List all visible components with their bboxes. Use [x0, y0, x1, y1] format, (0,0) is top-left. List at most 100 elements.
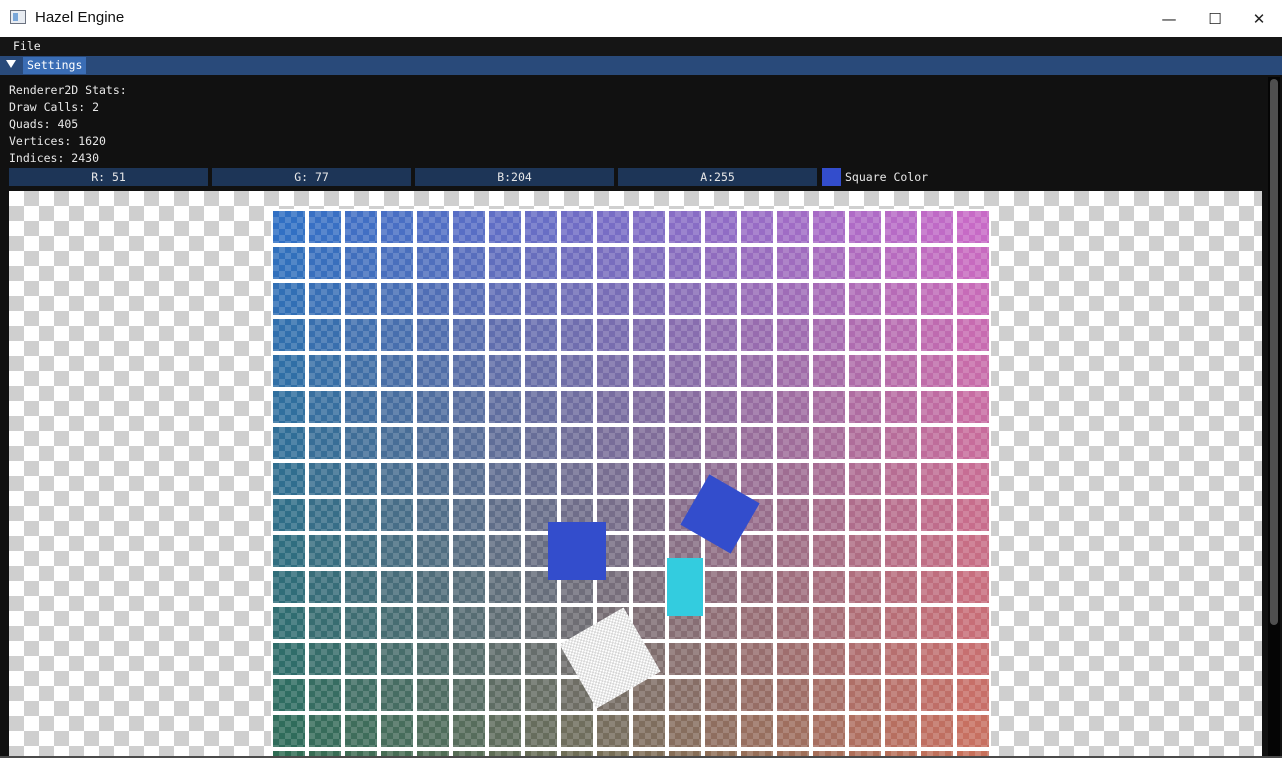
grid-tile: [381, 283, 413, 315]
grid-tile: [525, 463, 557, 495]
grid-tile: [273, 427, 305, 459]
grid-tile: [417, 607, 449, 639]
grid-tile: [669, 319, 701, 351]
grid-tile: [813, 643, 845, 675]
grid-tile: [777, 283, 809, 315]
grid-tile: [741, 607, 773, 639]
grid-tile: [309, 211, 341, 243]
grid-tile: [633, 283, 665, 315]
window-titlebar: Hazel Engine — ☐ ✕: [0, 0, 1282, 38]
grid-tile: [633, 571, 665, 603]
grid-tile: [885, 643, 917, 675]
grid-tile: [345, 499, 377, 531]
grid-tile: [777, 571, 809, 603]
grid-tile: [417, 319, 449, 351]
grid-tile: [489, 571, 521, 603]
grid-tile: [453, 607, 485, 639]
grid-tile: [633, 715, 665, 747]
grid-tile: [957, 427, 989, 459]
grid-tile: [957, 391, 989, 423]
grid-tile: [705, 247, 737, 279]
grid-tile: [597, 715, 629, 747]
grid-tile: [273, 319, 305, 351]
scrollbar-thumb[interactable]: [1270, 79, 1278, 625]
grid-tile: [777, 499, 809, 531]
grid-tile: [561, 283, 593, 315]
panel-scrollbar[interactable]: [1268, 77, 1280, 758]
grid-tile: [273, 463, 305, 495]
grid-tile: [417, 499, 449, 531]
grid-tile: [705, 211, 737, 243]
grid-tile: [489, 211, 521, 243]
grid-tile: [345, 643, 377, 675]
grid-tile: [381, 679, 413, 711]
color-a-field[interactable]: A:255: [618, 168, 817, 186]
grid-tile: [345, 571, 377, 603]
grid-tile: [597, 391, 629, 423]
grid-tile: [345, 283, 377, 315]
grid-tile: [921, 643, 953, 675]
color-g-field[interactable]: G: 77: [212, 168, 411, 186]
grid-tile: [921, 283, 953, 315]
grid-tile: [705, 607, 737, 639]
grid-tile: [309, 715, 341, 747]
maximize-button[interactable]: ☐: [1192, 0, 1238, 37]
grid-tile: [489, 427, 521, 459]
grid-tile: [741, 643, 773, 675]
grid-tile: [849, 535, 881, 567]
settings-tab[interactable]: Settings: [23, 57, 87, 74]
grid-tile: [381, 571, 413, 603]
menu-file[interactable]: File: [13, 39, 41, 53]
grid-tile: [273, 211, 305, 243]
grid-tile: [345, 679, 377, 711]
grid-tile: [777, 535, 809, 567]
grid-tile: [453, 463, 485, 495]
grid-tile: [597, 247, 629, 279]
grid-tile: [597, 355, 629, 387]
grid-tile: [849, 283, 881, 315]
grid-tile: [705, 355, 737, 387]
grid-tile: [273, 535, 305, 567]
grid-tile: [849, 679, 881, 711]
color-r-field[interactable]: R: 51: [9, 168, 208, 186]
grid-tile: [705, 319, 737, 351]
grid-tile: [453, 247, 485, 279]
grid-tile: [597, 427, 629, 459]
grid-tile: [705, 283, 737, 315]
grid-tile: [273, 355, 305, 387]
grid-tile: [453, 679, 485, 711]
grid-tile: [921, 571, 953, 603]
grid-tile: [849, 319, 881, 351]
grid-tile: [525, 607, 557, 639]
grid-tile: [849, 499, 881, 531]
grid-tile: [813, 427, 845, 459]
grid-tile: [633, 499, 665, 531]
grid-tile: [849, 247, 881, 279]
color-b-field[interactable]: B:204: [415, 168, 614, 186]
grid-tile: [777, 643, 809, 675]
grid-tile: [525, 283, 557, 315]
grid-tile: [705, 715, 737, 747]
grid-tile: [921, 211, 953, 243]
cyan-rect-quad: [667, 558, 703, 616]
stats-quads: Quads: 405: [9, 117, 79, 132]
settings-panel-header[interactable]: Settings: [0, 56, 1282, 75]
grid-tile: [453, 499, 485, 531]
grid-tile: [273, 247, 305, 279]
grid-tile: [741, 319, 773, 351]
scene-viewport[interactable]: [9, 191, 1262, 758]
grid-tile: [669, 679, 701, 711]
minimize-button[interactable]: —: [1146, 0, 1192, 37]
collapse-arrow-icon[interactable]: [6, 60, 16, 68]
close-button[interactable]: ✕: [1236, 0, 1282, 37]
grid-tile: [777, 607, 809, 639]
square-color-swatch[interactable]: [822, 168, 841, 186]
grid-tile: [777, 211, 809, 243]
grid-tile: [525, 319, 557, 351]
grid-tile: [669, 355, 701, 387]
grid-tile: [849, 715, 881, 747]
grid-tile: [453, 211, 485, 243]
grid-tile: [669, 715, 701, 747]
grid-tile: [417, 643, 449, 675]
grid-tile: [525, 391, 557, 423]
